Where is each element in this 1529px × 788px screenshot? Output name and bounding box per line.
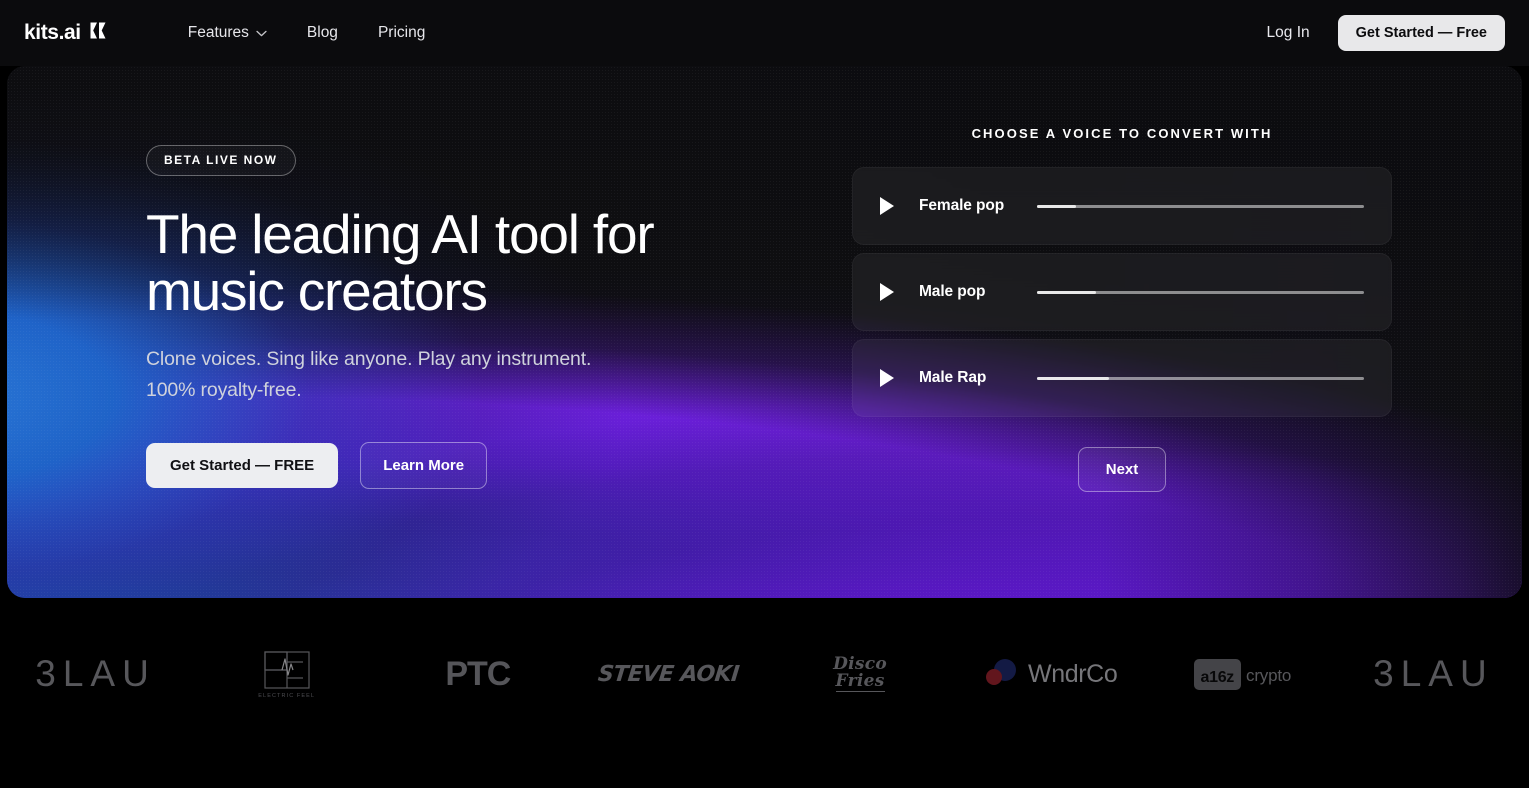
kits-ai-logo[interactable]: kits.ai [24,21,112,45]
electric-feel-mark-icon: ELECTRIC FEEL [258,650,315,699]
voice-option-label: Male pop [919,283,986,300]
voice-option-male-pop[interactable]: Male pop [852,253,1392,331]
voice-progress-fill [1037,204,1077,208]
voice-picker-heading: CHOOSE A VOICE TO CONVERT WITH [971,126,1273,141]
hero-title-line-1: The leading AI tool for [146,203,655,265]
logo-wordmark: kits.ai [24,21,81,44]
partner-logo-label: a16z [1193,658,1242,690]
voice-progress-track[interactable] [1037,376,1364,380]
voice-option-male-rap[interactable]: Male Rap [852,339,1392,417]
partner-logo-sublabel: crypto [1246,665,1292,685]
voice-option-label: Female pop [919,197,1005,214]
partner-logo-label: 3LAU [1373,653,1494,694]
hero-learn-more-button[interactable]: Learn More [360,442,488,489]
nav-item-blog[interactable]: Blog [287,16,358,50]
hero-subtitle-line-2: 100% royalty-free. [146,379,302,401]
hero-subtitle: Clone voices. Sing like anyone. Play any… [146,344,706,406]
voice-option-female-pop[interactable]: Female pop [852,167,1392,245]
partner-logo-label: 3LAU [35,653,156,694]
partner-logo-strip: 3LAU ELECTRIC FEEL PTC STEVE AOKI Disco … [0,618,1529,730]
partner-logo-label: PTC [445,654,511,693]
get-started-nav-button[interactable]: Get Started — Free [1337,15,1505,51]
nav-item-blog-label: Blog [306,24,338,41]
partner-logo-label-line-2: Fries [835,671,885,693]
partner-logo-ptc: PTC [382,618,573,730]
partner-logo-label: ELECTRIC FEEL [258,692,316,699]
kits-logo-mark-icon [90,21,112,45]
nav-item-features-label: Features [187,24,249,41]
nav-item-pricing-label: Pricing [377,24,426,41]
partner-logo-label: STEVE AOKI [597,661,741,687]
top-navbar: kits.ai Features Blog Pricing Log In Get… [0,0,1529,66]
wndrco-mark-icon [985,657,1019,692]
a16z-lockup: a16z crypto [1193,658,1292,690]
voice-progress-track[interactable] [1037,290,1364,294]
wndrco-lockup: WndrCo [985,657,1118,692]
hero-section: BETA LIVE NOW The leading AI tool for mu… [7,66,1522,598]
play-icon[interactable] [880,197,894,215]
navbar-right-group: Log In Get Started — Free [1253,15,1505,51]
voice-option-list: Female pop Male pop Male Rap [852,167,1392,417]
hero-subtitle-line-1: Clone voices. Sing like anyone. Play any… [146,348,592,370]
partner-logo-wndrco: WndrCo [956,618,1147,730]
navbar-left-group: kits.ai Features Blog Pricing [24,16,445,50]
partner-logo-disco-fries: Disco Fries [765,618,956,730]
partner-logo-3lau-repeat: 3LAU [1338,618,1529,730]
voice-progress-fill [1037,290,1096,294]
next-button[interactable]: Next [1077,447,1167,492]
hero-title: The leading AI tool for music creators [146,206,746,320]
hero-cta-group: Get Started — FREE Learn More [146,442,786,489]
partner-logo-3lau: 3LAU [0,618,191,730]
chevron-down-icon [256,24,267,42]
disco-fries-wordmark: Disco Fries [833,655,887,693]
nav-item-pricing[interactable]: Pricing [358,16,445,50]
play-icon[interactable] [880,283,894,301]
voice-progress-fill [1037,376,1109,380]
nav-item-features[interactable]: Features [168,16,287,50]
voice-picker-panel: CHOOSE A VOICE TO CONVERT WITH Female po… [852,126,1392,492]
partner-logo-a16z-crypto: a16z crypto [1147,618,1338,730]
login-link[interactable]: Log In [1253,16,1324,50]
play-icon[interactable] [880,369,894,387]
partner-logo-steve-aoki: STEVE AOKI [573,618,764,730]
hero-copy-column: BETA LIVE NOW The leading AI tool for mu… [146,145,786,489]
hero-get-started-button[interactable]: Get Started — FREE [146,443,339,488]
hero-content: BETA LIVE NOW The leading AI tool for mu… [7,66,1522,598]
primary-nav-links: Features Blog Pricing [168,16,446,50]
partner-logo-label: WndrCo [1028,659,1118,688]
beta-live-badge: BETA LIVE NOW [146,145,296,176]
voice-option-label: Male Rap [919,369,987,386]
hero-title-line-2: music creators [146,260,488,322]
voice-picker-footer: Next [852,447,1392,492]
partner-logo-electric-feel: ELECTRIC FEEL [191,618,382,730]
voice-progress-track[interactable] [1037,204,1364,208]
